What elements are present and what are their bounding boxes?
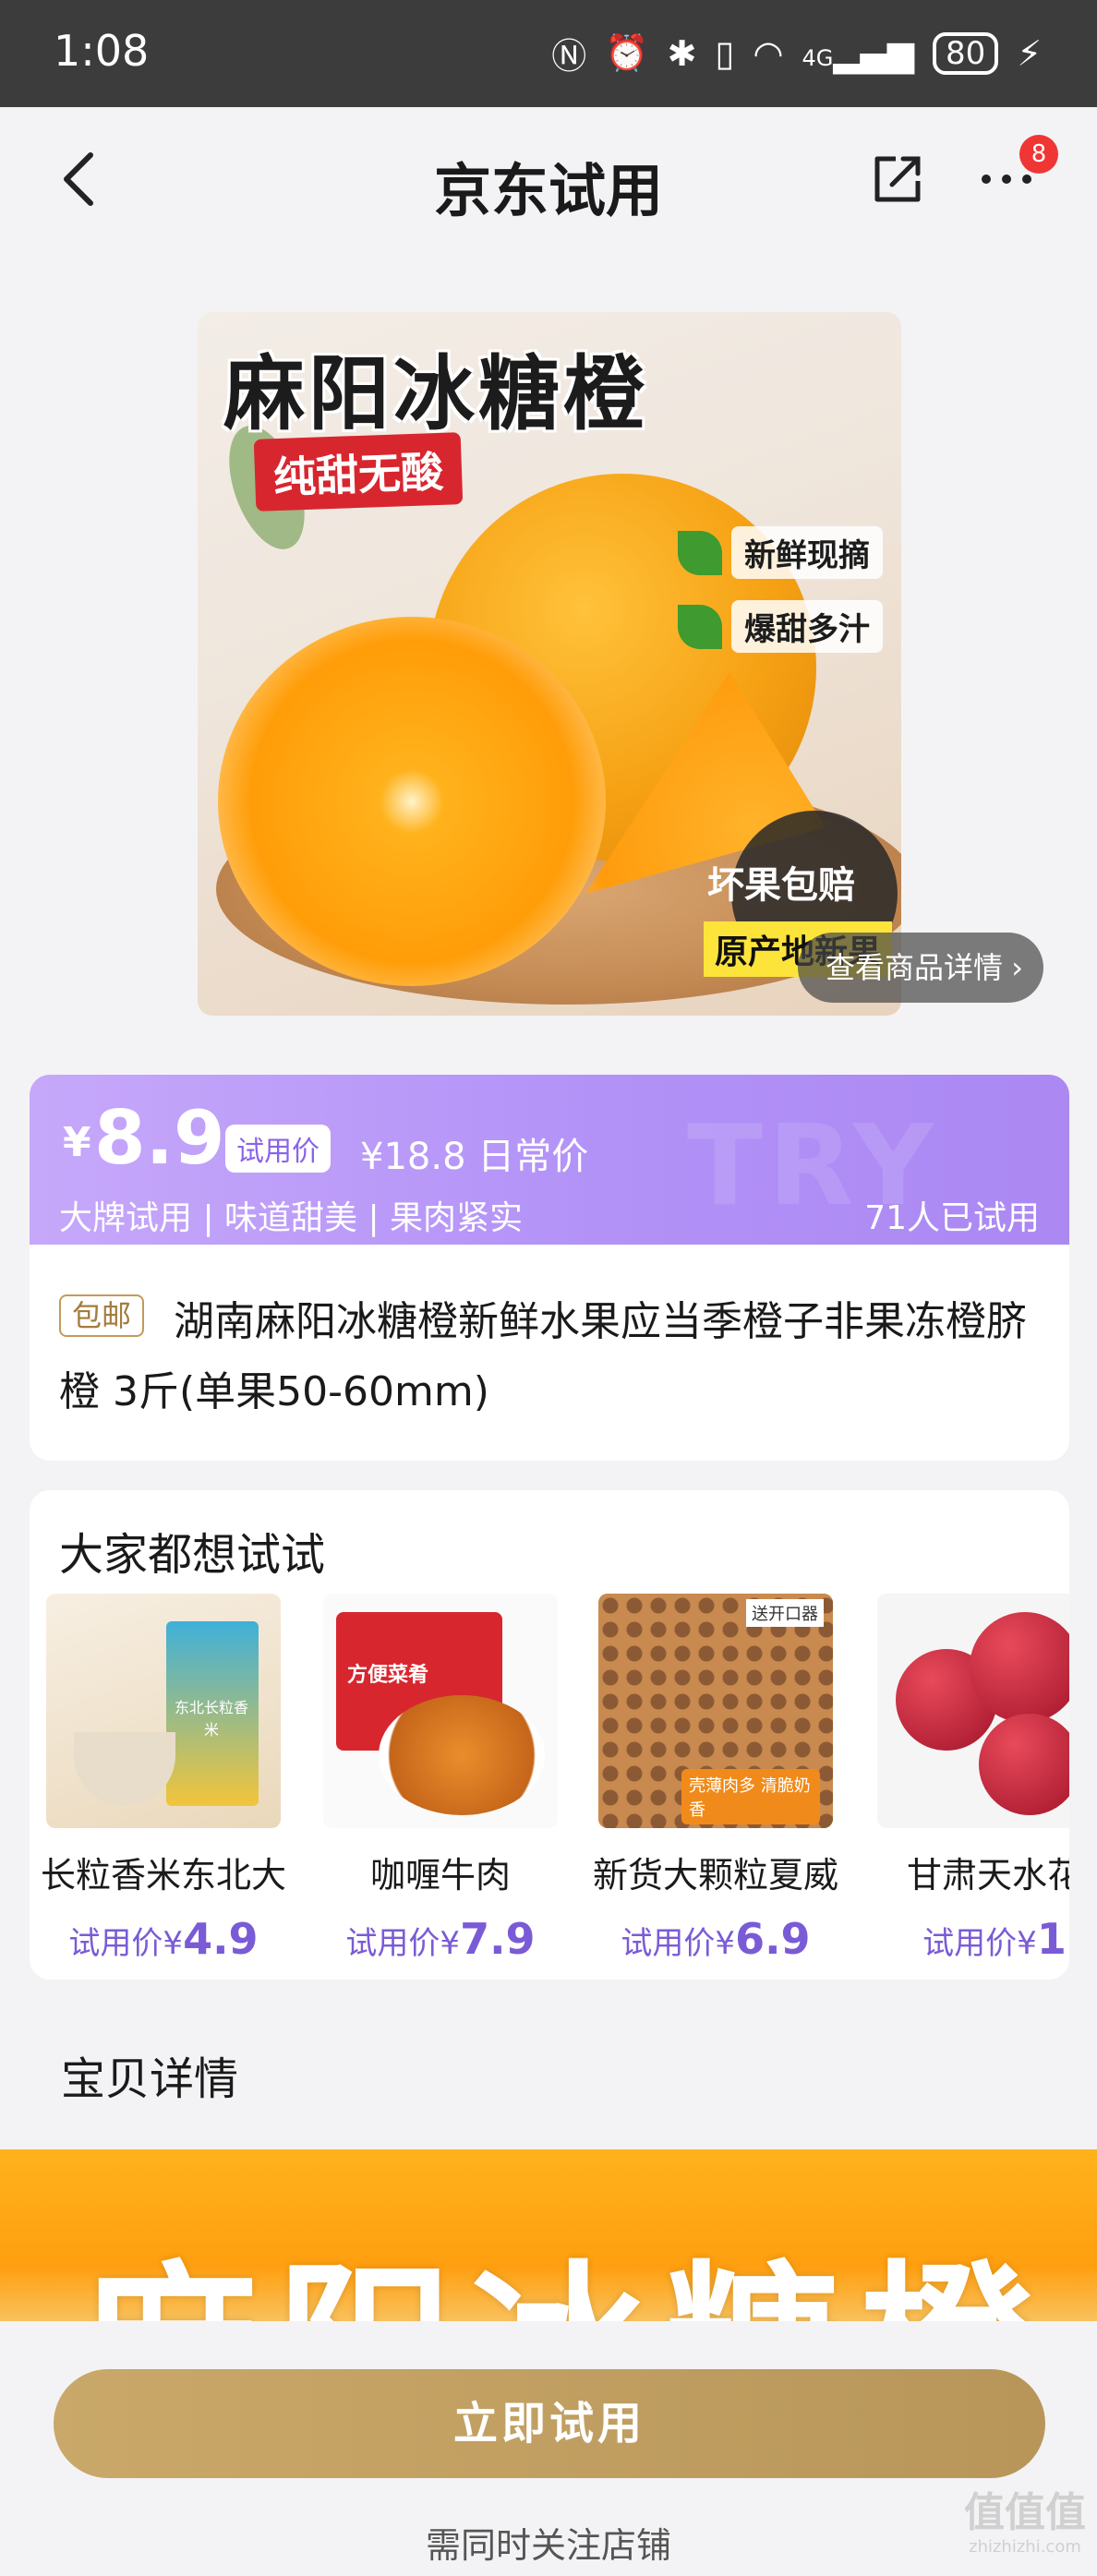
halved-orange [218, 617, 606, 986]
recommend-item-name: 新货大颗粒夏威 [592, 1855, 838, 1896]
share-icon[interactable] [868, 150, 927, 209]
leaf-icon [678, 530, 722, 575]
status-bar: 1:08 Ⓝ ⏰ ✱ ▯ ◠ 4G▂▄▆ 80 ⚡ [0, 0, 1097, 107]
price-value: 4.9 [183, 1914, 259, 1964]
free-shipping-tag: 包邮 [59, 1294, 145, 1337]
rice-pack-text: 东北长粒香米 [174, 1699, 248, 1739]
guarantee-text: 坏果包赔 [707, 864, 855, 907]
nfc-icon: Ⓝ [551, 36, 587, 77]
apple [970, 1612, 1069, 1723]
alarm-icon: ⏰ [605, 32, 649, 73]
price-currency: ¥ [63, 1119, 91, 1166]
bluetooth-icon: ✱ [667, 32, 697, 74]
watermark-main: 值值值 [964, 2489, 1086, 2536]
nav-bar: 京东试用 8 [0, 107, 1097, 251]
site-watermark: 值值值 zhizhizhi.com [964, 2493, 1086, 2556]
apple [979, 1714, 1069, 1815]
apply-trial-button[interactable]: 立即试用 [54, 2369, 1045, 2478]
hero-title: 麻阳冰糖橙 [223, 346, 649, 441]
rice-bowl [74, 1732, 175, 1806]
recommend-item-name: 甘肃天水花 [906, 1855, 1069, 1896]
price-value: 1 [1036, 1914, 1067, 1964]
price-label: 试用价¥ [345, 1925, 461, 1962]
view-detail-label: 查看商品详情 [826, 950, 1004, 985]
regular-price: ¥18.8 日常价 [360, 1136, 589, 1178]
product-title: 湖南麻阳冰糖橙新鲜水果应当季橙子非果冻橙脐橙 3斤(单果50-60mm) [59, 1298, 1027, 1415]
price-value: 7.9 [460, 1914, 536, 1964]
recommend-item[interactable]: 送开口器 壳薄肉多 清脆奶香 新货大颗粒夏威 试用价¥6.9 [591, 1594, 840, 1964]
price-label: 试用价¥ [68, 1925, 184, 1962]
trial-price: 8.9 [94, 1095, 225, 1181]
feature-list: 大牌试用 | 味道甜美 | 果肉紧实 [59, 1199, 524, 1237]
signal-type: 4G [802, 44, 834, 71]
status-icons: Ⓝ ⏰ ✱ ▯ ◠ 4G▂▄▆ 80 ⚡ [551, 28, 1042, 78]
message-badge: 8 [1019, 135, 1058, 174]
nuts-product-image: 送开口器 壳薄肉多 清脆奶香 [598, 1594, 833, 1828]
recommend-section: 大家都想试试 东北长粒香米 长粒香米东北大 试用价¥4.9 方便菜肴 咖喱牛肉 … [30, 1490, 1069, 1980]
curry-plate [379, 1695, 545, 1815]
status-time: 1:08 [54, 26, 150, 76]
details-banner-image: 麻阳冰糖橙 [0, 2149, 1097, 2343]
trial-price-tag: 试用价 [225, 1125, 331, 1173]
price-label: 试用价¥ [922, 1925, 1037, 1962]
recommend-list[interactable]: 东北长粒香米 长粒香米东北大 试用价¥4.9 方便菜肴 咖喱牛肉 试用价¥7.9… [30, 1594, 1069, 1964]
recommend-item[interactable]: 方便菜肴 咖喱牛肉 试用价¥7.9 [316, 1594, 565, 1964]
nuts-pack-text-b: 壳薄肉多 清脆奶香 [681, 1769, 820, 1824]
recommend-item[interactable]: 东北长粒香米 长粒香米东北大 试用价¥4.9 [39, 1594, 288, 1964]
curry-product-image: 方便菜肴 [323, 1594, 558, 1828]
apple-product-image [877, 1594, 1069, 1828]
chevron-right-icon: › [1011, 950, 1024, 985]
watermark-sub: zhizhizhi.com [969, 2537, 1081, 2557]
details-heading: 宝贝详情 [61, 2053, 239, 2105]
signal-icon: 4G▂▄▆ [802, 32, 915, 74]
price-label: 试用价¥ [621, 1925, 736, 1962]
recommend-item-name: 咖喱牛肉 [369, 1855, 511, 1896]
recommend-item-price: 试用价¥6.9 [591, 1914, 840, 1964]
wifi-icon: ◠ [753, 32, 784, 74]
charging-icon: ⚡ [1017, 32, 1042, 74]
vibrate-icon: ▯ [715, 32, 735, 74]
page-title: 京东试用 [433, 157, 663, 224]
price-banner: TRY ¥ 8.9 试用价 ¥18.8 日常价 大牌试用 | 味道甜美 | 果肉… [30, 1075, 1069, 1245]
hero-tag-juicy: 爆甜多汁 [678, 600, 883, 653]
tried-count: 71人已试用 [864, 1199, 1040, 1237]
price-value: 6.9 [735, 1914, 811, 1964]
product-image[interactable]: 麻阳冰糖橙 纯甜无酸 新鲜现摘 爆甜多汁 坏果包赔 原产地新果 [198, 312, 901, 1016]
hero-tag-label: 新鲜现摘 [731, 526, 883, 579]
hero-tag-fresh: 新鲜现摘 [678, 526, 883, 579]
view-product-detail-button[interactable]: 查看商品详情 › [798, 933, 1044, 1003]
hero-tag-label: 爆甜多汁 [731, 600, 883, 653]
battery-level: 80 [946, 34, 986, 72]
follow-store-note: 需同时关注店铺 [425, 2525, 671, 2566]
product-title-card: 湖南麻阳冰糖橙新鲜水果应当季橙子非果冻橙脐橙 3斤(单果50-60mm) 包邮 [30, 1245, 1069, 1461]
rice-product-image: 东北长粒香米 [46, 1594, 281, 1828]
recommend-item[interactable]: 甘肃天水花 试用价¥1 [870, 1594, 1069, 1964]
recommend-item-price: 试用价¥4.9 [39, 1914, 288, 1964]
bottom-action-bar: 立即试用 需同时关注店铺 [0, 2321, 1097, 2576]
recommend-item-price: 试用价¥7.9 [316, 1914, 565, 1964]
recommend-item-price: 试用价¥1 [870, 1914, 1069, 1964]
recommend-title: 大家都想试试 [59, 1529, 326, 1581]
leaf-icon [678, 604, 722, 649]
nuts-pack-text-a: 送开口器 [746, 1599, 824, 1627]
hero-subtitle: 纯甜无酸 [253, 432, 464, 512]
curry-pack-text: 方便菜肴 [347, 1664, 429, 1687]
recommend-item-name: 长粒香米东北大 [40, 1855, 286, 1896]
battery-icon: 80 [933, 31, 999, 75]
